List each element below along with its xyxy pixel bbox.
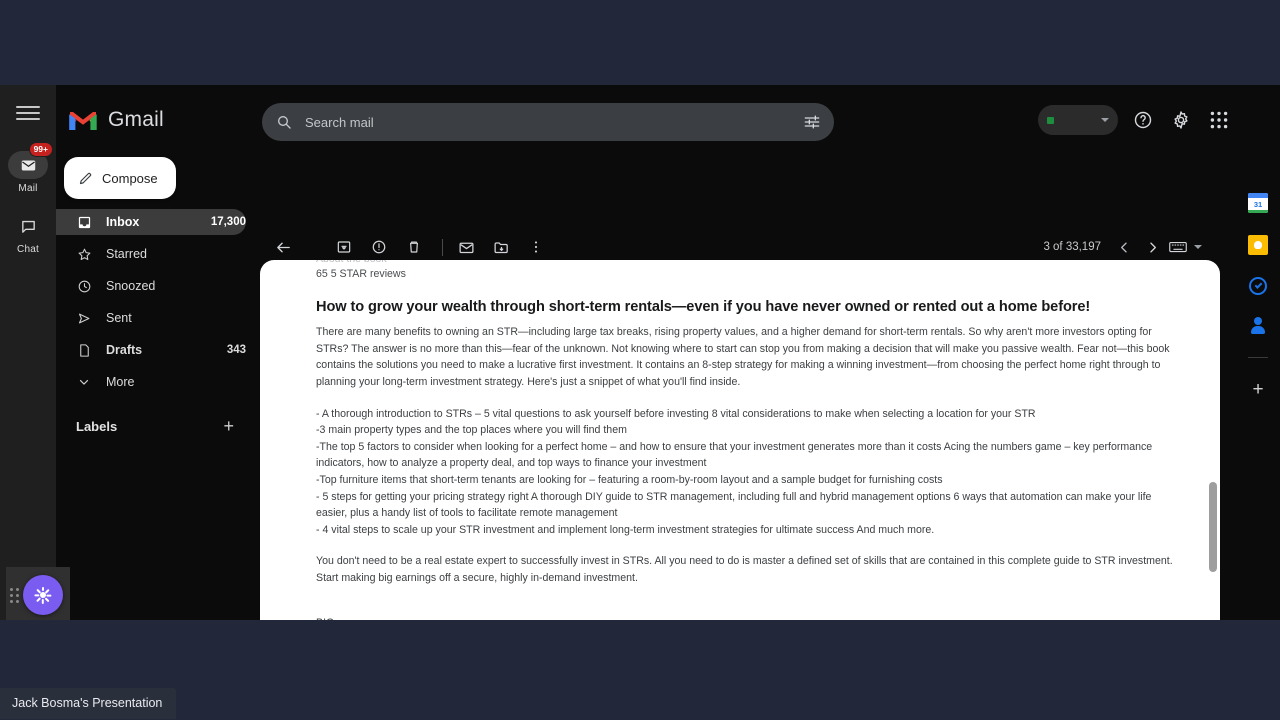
- sidebar-item-snoozed[interactable]: Snoozed: [56, 273, 246, 299]
- email-reading-pane: About the book 65 5 STAR reviews How to …: [260, 260, 1220, 620]
- list-item: -The top 5 factors to consider when look…: [316, 440, 1153, 470]
- google-calendar-icon[interactable]: 31: [1248, 193, 1268, 213]
- rail-item-chat[interactable]: Chat: [8, 212, 48, 255]
- sidebar-item-inbox[interactable]: Inbox 17,300: [56, 209, 246, 235]
- rail-item-mail-label: Mail: [18, 183, 38, 194]
- arrow-back-icon[interactable]: [268, 232, 298, 262]
- gmail-brand: Gmail: [56, 99, 256, 141]
- account-status-pill[interactable]: [1038, 105, 1118, 135]
- mail-unread-badge: 99+: [28, 142, 53, 157]
- message-toolbar: 3 of 33,197: [256, 230, 1280, 264]
- drag-handle-dots-icon[interactable]: [10, 587, 20, 603]
- email-headline: How to grow your wealth through short-te…: [316, 298, 1091, 315]
- list-item: -3 main property types and the top place…: [316, 424, 627, 437]
- rail-divider: [1248, 357, 1268, 358]
- screen: 99+ Mail Chat Gmail Compose Inbox 17,300…: [0, 0, 1280, 720]
- email-body: About the book 65 5 STAR reviews How to …: [260, 260, 1220, 620]
- compose-label: Compose: [102, 170, 158, 186]
- sidebar-item-snoozed-label: Snoozed: [106, 279, 156, 293]
- chevron-left-icon[interactable]: [1111, 234, 1137, 260]
- sidebar-item-drafts-label: Drafts: [106, 343, 143, 357]
- clock-icon: [76, 278, 92, 294]
- nav-sidebar: Gmail Compose Inbox 17,300 Starred Snooz…: [56, 85, 256, 620]
- rail-item-chat-label: Chat: [17, 244, 39, 255]
- sidebar-item-sent[interactable]: Sent: [56, 305, 246, 331]
- google-apps-grid-icon[interactable]: [1206, 107, 1232, 133]
- google-contacts-icon[interactable]: [1249, 317, 1267, 335]
- loom-record-sun-icon[interactable]: [23, 575, 63, 615]
- mark-unread-icon[interactable]: [451, 232, 481, 262]
- list-item: - A thorough introduction to STRs – 5 vi…: [316, 407, 1036, 420]
- search-icon: [276, 114, 292, 130]
- plus-icon[interactable]: +: [223, 417, 234, 435]
- sidebar-item-more-label: More: [106, 375, 135, 389]
- tune-filter-icon[interactable]: [804, 115, 820, 129]
- hamburger-menu-icon[interactable]: [16, 101, 40, 125]
- pencil-icon: [78, 171, 93, 186]
- chevron-right-icon[interactable]: [1139, 234, 1165, 260]
- chevron-down-icon: [76, 374, 92, 390]
- search-input[interactable]: Search mail: [262, 103, 834, 141]
- draft-icon: [76, 342, 92, 358]
- calendar-date-label: 31: [1248, 198, 1268, 210]
- desktop-background: [0, 620, 1280, 720]
- sidebar-item-sent-label: Sent: [106, 311, 132, 325]
- gmail-m-logo: [68, 109, 98, 132]
- list-item: - 4 vital steps to scale up your STR inv…: [316, 523, 935, 536]
- email-bullet-list: - A thorough introduction to STRs – 5 vi…: [316, 406, 1178, 539]
- archive-icon[interactable]: [329, 232, 359, 262]
- side-panel-rail: 31 + ›: [1236, 85, 1280, 620]
- labels-title: Labels: [76, 418, 118, 434]
- pager-count: 3 of 33,197: [1043, 241, 1101, 253]
- list-item: - 5 steps for getting your pricing strat…: [316, 490, 1152, 520]
- sidebar-item-inbox-count: 17,300: [210, 216, 246, 228]
- rail-item-mail[interactable]: 99+ Mail: [8, 142, 53, 194]
- inbox-icon: [76, 214, 92, 230]
- list-item: -Top furniture items that short-term ten…: [316, 473, 943, 486]
- google-keep-icon[interactable]: [1248, 235, 1268, 255]
- sidebar-item-drafts[interactable]: Drafts 343: [56, 337, 246, 363]
- labels-header: Labels +: [56, 417, 256, 435]
- floating-recorder-widget: [6, 567, 70, 620]
- add-side-panel-app-icon[interactable]: +: [1252, 380, 1263, 399]
- sidebar-item-more[interactable]: More: [56, 369, 246, 395]
- compose-button[interactable]: Compose: [64, 157, 176, 199]
- move-to-folder-icon[interactable]: [486, 232, 516, 262]
- trash-icon[interactable]: [399, 232, 429, 262]
- report-spam-icon[interactable]: [364, 232, 394, 262]
- sidebar-item-starred[interactable]: Starred: [56, 241, 246, 267]
- gear-icon[interactable]: [1168, 107, 1194, 133]
- top-bar: Search mail: [256, 95, 1280, 155]
- email-closing-paragraph: You don't need to be a real estate exper…: [316, 555, 1173, 584]
- help-circle-icon[interactable]: [1130, 107, 1156, 133]
- email-intro-paragraph: There are many benefits to owning an STR…: [316, 326, 1170, 388]
- sidebar-item-drafts-count: 343: [226, 344, 246, 356]
- chevron-down-icon: [1101, 118, 1109, 122]
- mail-icon[interactable]: 99+: [8, 142, 53, 179]
- more-vertical-icon[interactable]: [521, 232, 551, 262]
- keyboard-icon[interactable]: [1167, 234, 1189, 260]
- reviews-line: 65 5 STAR reviews: [316, 268, 406, 280]
- sidebar-item-inbox-label: Inbox: [106, 215, 140, 229]
- send-icon: [76, 310, 92, 326]
- email-scrollbar-thumb[interactable]: [1209, 482, 1217, 572]
- chat-bubble-icon[interactable]: [8, 212, 48, 240]
- chevron-down-icon[interactable]: [1194, 245, 1202, 249]
- nav-list: Inbox 17,300 Starred Snoozed Sent Drafts…: [56, 209, 256, 395]
- toolbar-divider: [442, 238, 443, 256]
- sidebar-item-starred-label: Starred: [106, 247, 147, 261]
- gmail-window: 99+ Mail Chat Gmail Compose Inbox 17,300…: [0, 85, 1280, 620]
- google-tasks-icon[interactable]: [1249, 277, 1267, 295]
- taskbar-window-title[interactable]: Jack Bosma's Presentation: [0, 688, 177, 719]
- green-status-square: [1047, 116, 1054, 124]
- app-rail: 99+ Mail Chat: [0, 85, 56, 620]
- search-placeholder: Search mail: [305, 114, 374, 130]
- sun-glyph: [34, 586, 52, 604]
- gmail-wordmark: Gmail: [108, 108, 164, 131]
- star-icon: [76, 246, 92, 262]
